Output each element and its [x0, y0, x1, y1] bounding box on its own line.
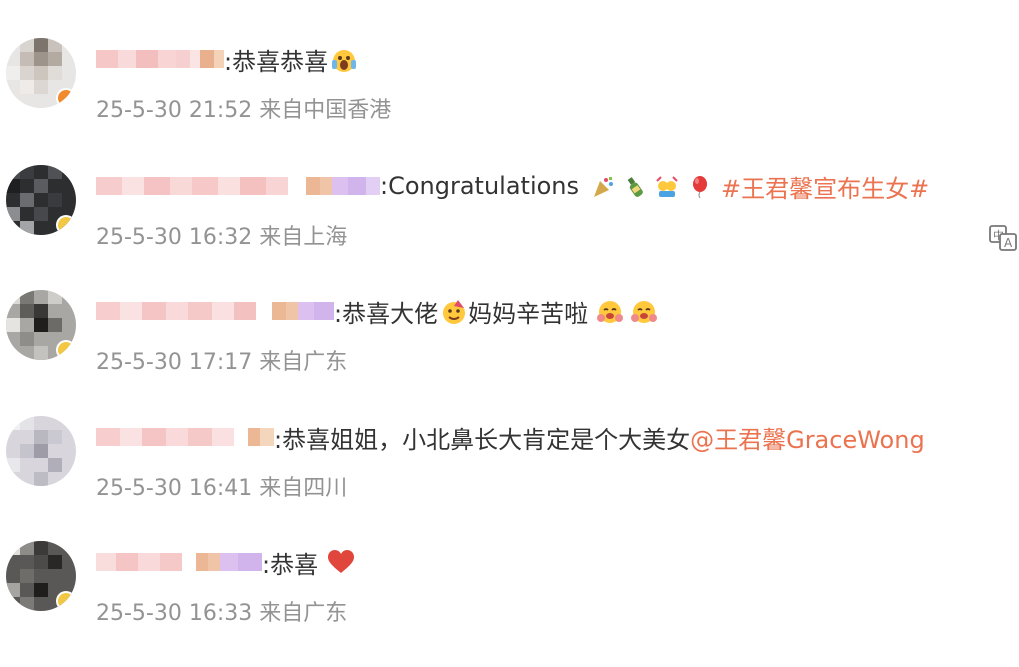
avatar[interactable]	[6, 165, 76, 235]
comment-time: 25-5-30 16:33	[96, 601, 253, 626]
comment-item: :恭喜姐姐，小北鼻长大肯定是个大美女 @王君馨GraceWong 25-5-30…	[0, 416, 1019, 542]
verified-badge-icon	[58, 217, 74, 233]
comment-time: 25-5-30 16:41	[96, 476, 253, 501]
balloon-icon	[687, 175, 709, 199]
mention-link[interactable]: @王君馨GraceWong	[690, 420, 925, 455]
hugging-face-icon	[630, 298, 658, 324]
comment-text: :恭喜姐姐，小北鼻长大肯定是个大美女	[274, 425, 691, 454]
comment-meta: 25-5-30 21:52 来自中国香港	[96, 92, 391, 124]
verified-badge-icon	[58, 90, 74, 106]
comment-text: :恭喜	[262, 550, 319, 579]
party-face-icon	[440, 298, 466, 324]
comment-time: 25-5-30 21:52	[96, 98, 253, 123]
comment-time: 25-5-30 17:17	[96, 350, 253, 375]
username-blurred[interactable]	[96, 427, 274, 447]
avatar[interactable]	[6, 541, 76, 611]
username-blurred[interactable]	[96, 301, 334, 321]
comment-item: :恭喜 25-5-30 16:33 来自广东	[0, 541, 1019, 667]
comment-text-continued: 妈妈辛苦啦	[468, 299, 589, 328]
comment-text: :Congratulations	[380, 172, 580, 200]
username-blurred[interactable]	[96, 49, 224, 69]
celebrating-people-icon	[655, 175, 678, 197]
username-blurred[interactable]	[96, 176, 380, 196]
topic-hashtag-link[interactable]: #王君馨宣布生女#	[721, 169, 929, 204]
comment-item: :恭喜恭喜 25-5-30 21:52 来自中国香港	[0, 38, 1019, 164]
comment-meta: 25-5-30 16:32 来自上海	[96, 219, 347, 251]
comment-meta: 25-5-30 17:17 来自广东	[96, 344, 347, 376]
avatar[interactable]	[6, 38, 76, 108]
verified-badge-icon	[58, 342, 74, 358]
comment-item: :恭喜大佬 妈妈辛苦啦 25-5-30 17:17 来自广东	[0, 290, 1019, 416]
red-heart-icon	[326, 549, 356, 575]
comment-source: 来自上海	[259, 225, 348, 250]
svg-text:A: A	[1004, 236, 1013, 250]
comment-source: 来自广东	[259, 350, 348, 375]
comment-time: 25-5-30 16:32	[96, 225, 253, 250]
comment-source: 来自四川	[259, 476, 348, 501]
username-blurred[interactable]	[96, 552, 262, 572]
party-popper-icon	[591, 175, 614, 197]
comment-text: :恭喜恭喜	[224, 47, 329, 76]
comment-item: :Congratulations #王君馨宣布生女# 25-5-30 16:32…	[0, 165, 1019, 291]
comment-source: 来自中国香港	[259, 98, 392, 123]
translate-icon[interactable]: 中 A	[989, 225, 1017, 251]
verified-badge-icon	[58, 593, 74, 609]
comment-meta: 25-5-30 16:41 来自四川	[96, 470, 347, 502]
champagne-icon	[623, 175, 645, 197]
comment-source: 来自广东	[259, 601, 348, 626]
comment-text: :恭喜大佬	[334, 299, 439, 328]
avatar[interactable]	[6, 290, 76, 360]
avatar[interactable]	[6, 416, 76, 486]
comment-meta: 25-5-30 16:33 来自广东	[96, 595, 347, 627]
hugging-face-icon	[596, 298, 624, 324]
screaming-face-icon	[330, 46, 357, 72]
